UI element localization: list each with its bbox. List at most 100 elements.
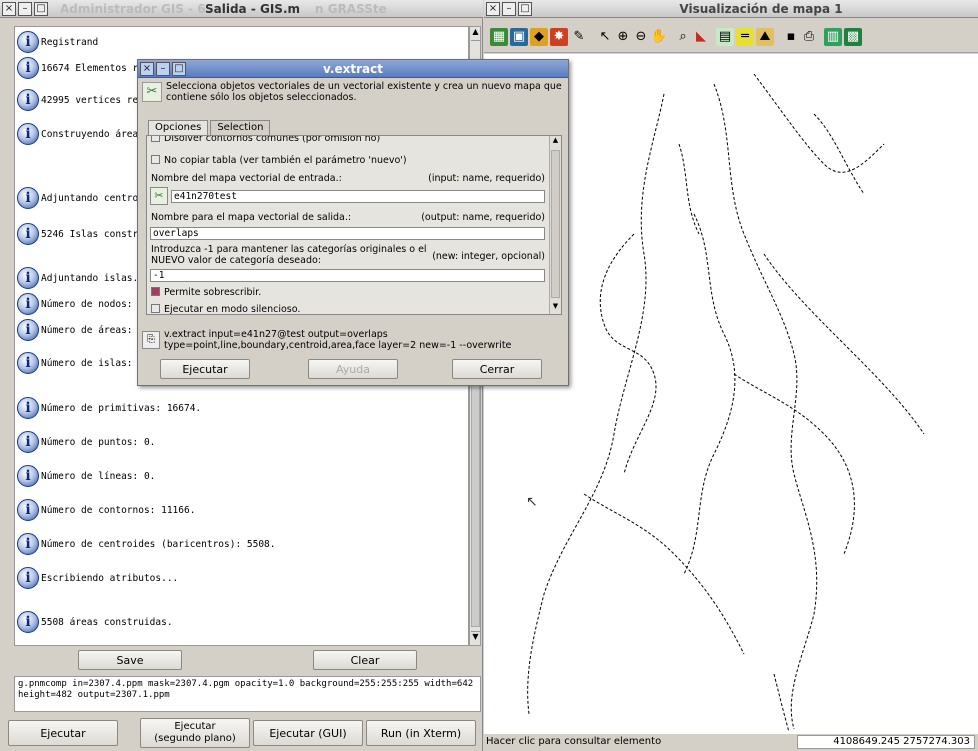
zoom-menu-icon[interactable]: ◣ xyxy=(692,28,710,46)
info-icon: i xyxy=(17,431,39,453)
dissolve-checkbox[interactable] xyxy=(151,136,160,142)
log-message: i Número de primitivas: 16674. xyxy=(17,397,201,419)
overwrite-checkbox[interactable] xyxy=(151,287,160,296)
info-icon: i xyxy=(17,567,39,589)
log-message-text: Escribiendo atributos... xyxy=(41,572,179,584)
pan-icon[interactable]: ✋ xyxy=(650,28,668,46)
log-message: i Número de líneas: 0. xyxy=(17,465,155,487)
dialog-close-button[interactable]: Cerrar xyxy=(452,359,542,379)
close-icon[interactable]: × xyxy=(2,2,16,16)
minimize-icon[interactable]: – xyxy=(502,2,516,16)
info-icon: i xyxy=(17,31,39,53)
close-icon[interactable]: × xyxy=(486,2,500,16)
input-map-field[interactable]: e41n270test xyxy=(171,190,545,203)
run-xterm-button[interactable]: Run (in Xterm) xyxy=(366,720,476,746)
zoom-out-icon[interactable]: ⊖ xyxy=(632,28,650,46)
zoom-back-icon[interactable]: ⌕ xyxy=(674,28,692,46)
log-message: i Adjuntando centro xyxy=(17,187,138,209)
scroll-up-icon[interactable]: ▲ xyxy=(471,27,480,41)
options-panel: Disolver contornos comunes (por omisión … xyxy=(146,135,562,315)
scroll-thumb[interactable] xyxy=(551,150,560,298)
output-note: (output: name, requerido) xyxy=(421,212,545,223)
georectify-icon[interactable]: ▥ xyxy=(824,28,842,46)
log-message: i Número de islas: xyxy=(17,352,133,374)
log-message: i Construyendo área xyxy=(17,123,138,145)
info-icon: i xyxy=(17,223,39,245)
start-nviz-icon[interactable]: ◆ xyxy=(530,28,548,46)
status-bar: Hacer clic para consultar elemento 41086… xyxy=(484,734,978,751)
input-note: (input: name, requerido) xyxy=(428,173,545,184)
log-message-text: 16674 Elementos r xyxy=(41,62,139,74)
info-icon: i xyxy=(17,352,39,374)
print-icon[interactable]: ⎙ xyxy=(800,28,818,46)
tab-selection[interactable]: Selection xyxy=(210,120,271,135)
map-titlebar[interactable]: × – □ Visualización de mapa 1 xyxy=(484,0,978,18)
log-message: i 5246 Islas constr xyxy=(17,223,138,245)
run-button[interactable]: Ejecutar xyxy=(8,720,118,746)
browse-vector-icon[interactable]: ✂ xyxy=(150,187,168,205)
info-icon: i xyxy=(17,187,39,209)
log-message-text: Número de nodos: xyxy=(41,298,133,310)
log-message: i 5508 áreas construidas. xyxy=(17,611,173,633)
v-extract-dialog: × – □ v.extract ✂ Selecciona objetos vec… xyxy=(137,59,569,386)
zoom-in-icon[interactable]: ⊕ xyxy=(614,28,632,46)
query-icon[interactable]: ▤ xyxy=(716,28,734,46)
info-icon: i xyxy=(17,57,39,79)
overwrite-option[interactable]: Permite sobrescribir. xyxy=(151,287,261,298)
dialog-title: v.extract xyxy=(323,62,383,76)
dialog-titlebar[interactable]: × – □ v.extract xyxy=(138,60,568,78)
log-message-text: Adjuntando islas. xyxy=(41,272,139,284)
log-message-text: Número de islas: xyxy=(41,357,133,369)
minimize-icon[interactable]: – xyxy=(18,2,32,16)
new-category-field[interactable]: -1 xyxy=(150,269,545,282)
run-background-button[interactable]: Ejecutar (segundo plano) xyxy=(140,718,250,748)
window-controls: × – □ xyxy=(2,2,48,16)
animate-icon[interactable]: ✸ xyxy=(550,28,568,46)
window-controls: × – □ xyxy=(486,2,532,16)
scroll-down-icon[interactable]: ▼ xyxy=(550,302,561,314)
info-icon: i xyxy=(17,611,39,633)
vector-module-icon: ✂ xyxy=(142,82,162,102)
quiet-checkbox[interactable] xyxy=(151,304,160,313)
background-title-right: n GRASSte xyxy=(315,2,387,16)
dialog-help-button[interactable]: Ayuda xyxy=(308,359,398,379)
quiet-option[interactable]: Ejecutar en modo silencioso. xyxy=(151,304,300,314)
tab-opciones[interactable]: Opciones xyxy=(148,120,209,136)
info-icon: i xyxy=(17,499,39,521)
output-map-field[interactable]: overlaps xyxy=(150,227,545,240)
no-table-checkbox[interactable] xyxy=(151,155,160,164)
pointer-icon[interactable]: ↖ xyxy=(596,28,614,46)
save-button[interactable]: Save xyxy=(78,650,182,670)
log-message: i Escribiendo atributos... xyxy=(17,567,178,589)
input-label: Nombre del mapa vectorial de entrada.: xyxy=(151,173,342,184)
options-scrollbar[interactable]: ▲ ▼ xyxy=(549,136,561,314)
measure-icon[interactable]: ═ xyxy=(736,28,754,46)
erase-icon[interactable]: ✎ xyxy=(570,28,588,46)
log-message: i Número de áreas: xyxy=(17,319,133,341)
profile-icon[interactable]: ⛰ xyxy=(756,28,774,46)
info-icon: i xyxy=(17,293,39,315)
clear-button[interactable]: Clear xyxy=(313,650,417,670)
log-message-text: Número de centroides (baricentros): 5508… xyxy=(41,538,276,550)
constrain-map-icon[interactable]: ▩ xyxy=(844,28,862,46)
copy-command-icon[interactable]: ⎘ xyxy=(142,331,160,349)
log-message: i Registrand xyxy=(17,31,98,53)
no-table-option[interactable]: No copiar tabla (ver también el parámetr… xyxy=(151,155,407,166)
scroll-down-icon[interactable]: ▼ xyxy=(471,631,480,645)
maximize-icon[interactable]: □ xyxy=(518,2,532,16)
maximize-icon[interactable]: □ xyxy=(34,2,48,16)
dissolve-option[interactable]: Disolver contornos comunes (por omisión … xyxy=(151,136,380,144)
log-message-text: Registrand xyxy=(41,36,99,48)
output-titlebar[interactable]: × – □ Administrador GIS - 6. Salida - GI… xyxy=(0,0,483,18)
log-message-text: 42995 vertices re xyxy=(41,94,139,106)
save-display-icon[interactable]: ▪ xyxy=(782,28,800,46)
redraw-all-layers-icon[interactable]: ▣ xyxy=(510,28,528,46)
display-active-layers-icon[interactable]: ▦ xyxy=(490,28,508,46)
command-input[interactable]: g.pnmcomp in=2307.4.ppm mask=2307.4.pgm … xyxy=(14,676,481,712)
dialog-run-button[interactable]: Ejecutar xyxy=(160,359,250,379)
dialog-description: Selecciona objetos vectoriales de un vec… xyxy=(166,81,562,103)
coordinates-display: 4108649.245 2757274.303 xyxy=(797,735,975,749)
new-category-label: Introduzca -1 para mantener las categorí… xyxy=(151,244,427,266)
scroll-up-icon[interactable]: ▲ xyxy=(550,136,561,148)
run-gui-button[interactable]: Ejecutar (GUI) xyxy=(253,720,363,746)
